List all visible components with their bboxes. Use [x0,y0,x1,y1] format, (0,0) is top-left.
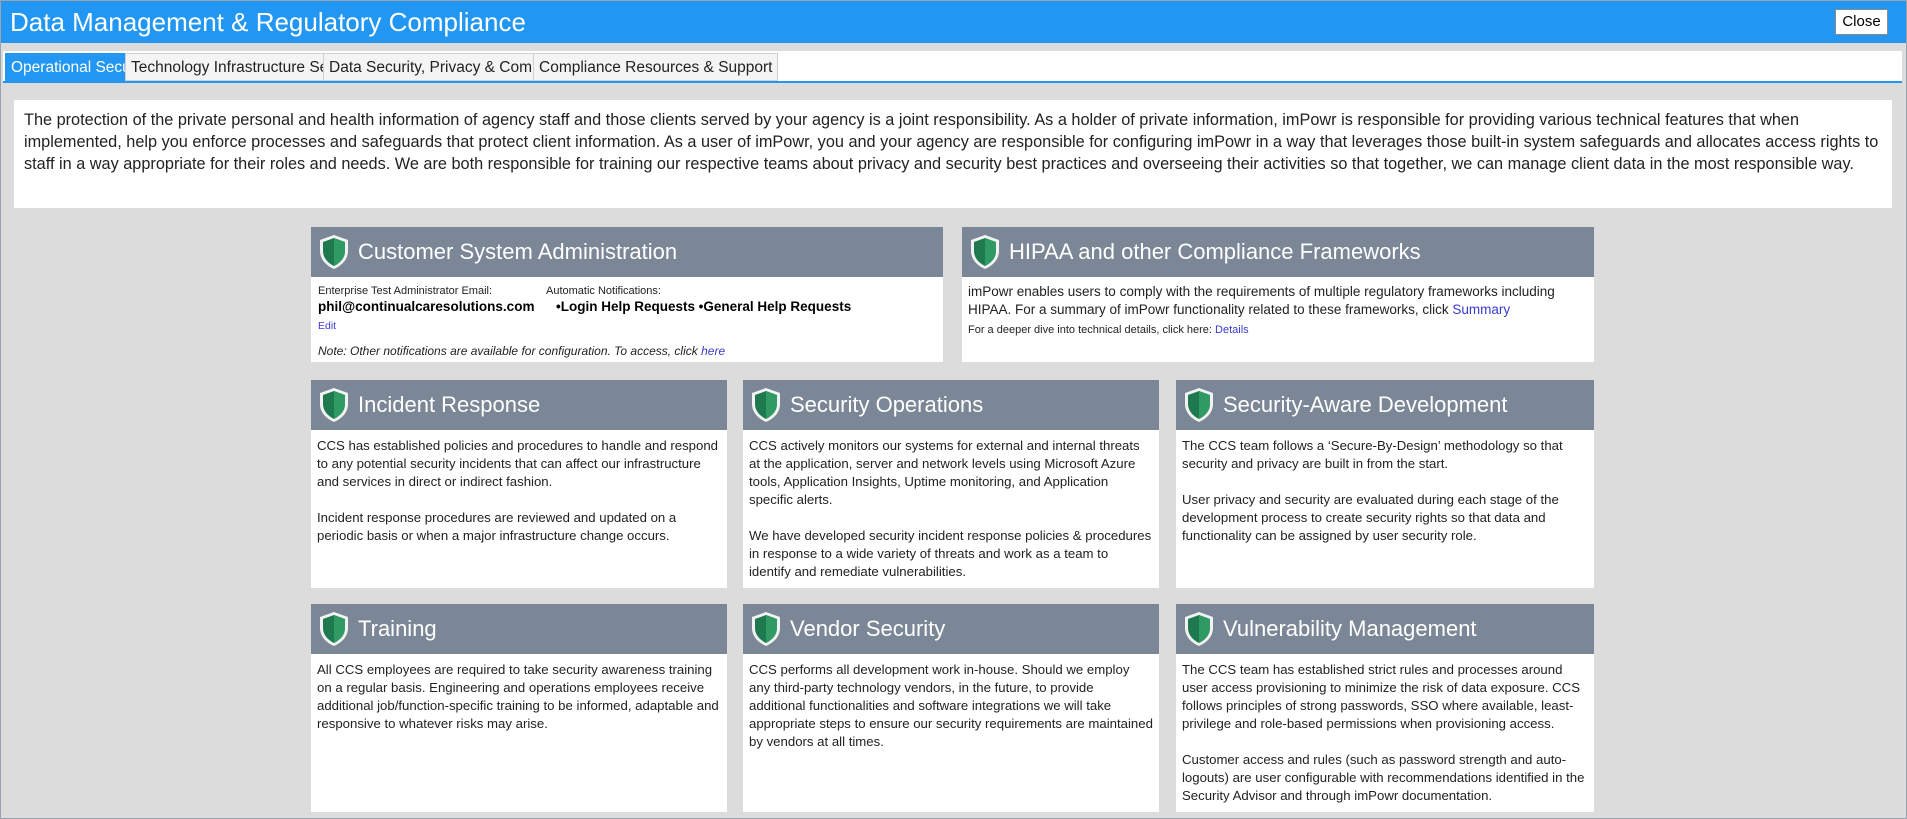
card-hipaa-compliance-frameworks: HIPAA and other Compliance Frameworks im… [962,227,1594,362]
card-security-aware-development: Security-Aware Development The CCS team … [1176,380,1594,588]
card-security-operations: Security Operations CCS actively monitor… [743,380,1159,588]
card-header: Security Operations [743,380,1159,430]
card-vulnerability-management: Vulnerability Management The CCS team ha… [1176,604,1594,812]
card-body: All CCS employees are required to take s… [311,654,727,758]
notifications-label: Automatic Notifications: [546,285,661,297]
shield-icon [1184,611,1214,647]
notifications-list: •Login Help Requests •General Help Reque… [546,298,936,316]
tab-bar: Operational Security Technology Infrastr… [3,51,1902,83]
card-paragraph: The CCS team has established strict rule… [1182,662,1580,731]
hipaa-text: imPowr enables users to comply with the … [968,283,1588,319]
shield-icon [1184,387,1214,423]
card-title: Security-Aware Development [1223,392,1508,417]
card-customer-system-administration: Customer System Administration Enterpris… [311,227,943,362]
window-title: Data Management & Regulatory Compliance [10,7,526,37]
card-header: Vulnerability Management [1176,604,1594,654]
notification-item: •Login Help Requests [556,299,695,314]
tab-compliance-resources-support[interactable]: Compliance Resources & Support [533,53,779,81]
card-title: Training [358,616,437,641]
card-header: Vendor Security [743,604,1159,654]
admin-email-section: Enterprise Test Administrator Email: phi… [318,284,543,334]
card-title: Vulnerability Management [1223,616,1477,641]
card-header: Incident Response [311,380,727,430]
card-header: Security-Aware Development [1176,380,1594,430]
shield-icon [319,387,349,423]
card-body: The CCS team follows a ‘Secure-By-Design… [1176,430,1594,570]
card-vendor-security: Vendor Security CCS performs all develop… [743,604,1159,812]
card-header: Training [311,604,727,654]
title-bar: Data Management & Regulatory Compliance … [1,1,1906,43]
card-title: Incident Response [358,392,541,417]
shield-icon [319,234,349,270]
card-paragraph: Customer access and rules (such as passw… [1182,752,1585,803]
card-paragraph: User privacy and security are evaluated … [1182,492,1559,543]
card-body: CCS actively monitors our systems for ex… [743,430,1159,606]
admin-email: phil@continualcaresolutions.com [318,299,535,314]
card-header: Customer System Administration [311,227,943,277]
card-title: Vendor Security [790,616,946,641]
note-text: Note: Other notifications are available … [318,344,702,358]
hipaa-details-line: For a deeper dive into technical details… [968,323,1588,337]
card-paragraph: All CCS employees are required to take s… [317,662,719,731]
card-title: Customer System Administration [358,239,678,264]
card-paragraph: CCS performs all development work in-hou… [749,662,1153,749]
dialog-window: Data Management & Regulatory Compliance … [0,0,1907,819]
card-paragraph: We have developed security incident resp… [749,528,1152,579]
card-paragraph: Incident response procedures are reviewe… [317,510,677,543]
card-paragraph: CCS actively monitors our systems for ex… [749,438,1140,507]
close-button[interactable]: Close [1835,9,1888,35]
notifications-section: Automatic Notifications: •Login Help Req… [546,284,936,316]
card-header: HIPAA and other Compliance Frameworks [962,227,1594,277]
intro-text: The protection of the private personal a… [14,100,1892,208]
shield-icon [319,611,349,647]
edit-link[interactable]: Edit [318,320,336,333]
summary-link[interactable]: Summary [1452,302,1510,317]
shield-icon [970,234,1000,270]
card-body: The CCS team has established strict rule… [1176,654,1594,812]
details-text: For a deeper dive into technical details… [968,324,1216,336]
shield-icon [751,611,781,647]
card-title: HIPAA and other Compliance Frameworks [1009,239,1421,264]
notifications-note: Note: Other notifications are available … [318,342,725,360]
card-body: CCS has established policies and procedu… [311,430,727,570]
card-body: CCS performs all development work in-hou… [743,654,1159,776]
admin-email-label: Enterprise Test Administrator Email: [318,285,493,297]
card-body: imPowr enables users to comply with the … [962,277,1594,344]
card-training: Training All CCS employees are required … [311,604,727,812]
card-title: Security Operations [790,392,984,417]
details-link[interactable]: Details [1215,324,1249,336]
card-paragraph: The CCS team follows a ‘Secure-By-Design… [1182,438,1563,471]
shield-icon [751,387,781,423]
here-link[interactable]: here [701,344,725,358]
card-paragraph: CCS has established policies and procedu… [317,438,719,489]
card-incident-response: Incident Response CCS has established po… [311,380,727,588]
card-body: Enterprise Test Administrator Email: phi… [311,277,943,362]
notification-item: •General Help Requests [698,299,852,314]
